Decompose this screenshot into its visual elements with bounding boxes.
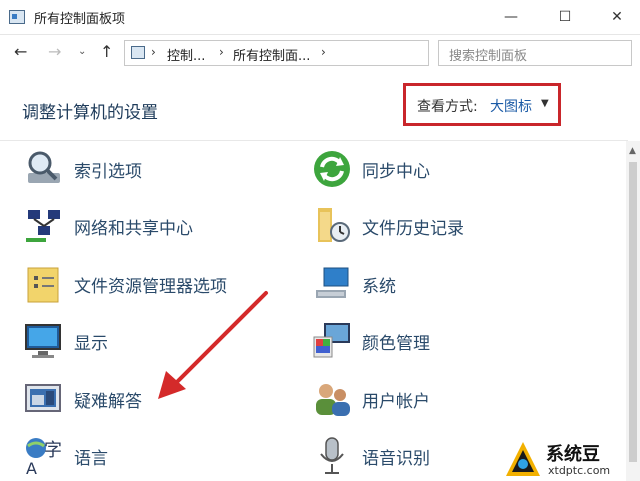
control-panel-icon bbox=[131, 46, 145, 59]
item-label: 同步中心 bbox=[362, 162, 430, 182]
magnifier-icon bbox=[28, 151, 60, 183]
watermark-subtitle: xtdptc.com bbox=[548, 464, 611, 477]
network-icon bbox=[26, 210, 60, 242]
item-label: 显示 bbox=[74, 334, 108, 354]
annotation-arrow-icon bbox=[158, 291, 268, 399]
item-file-history[interactable]: 文件历史记录 bbox=[310, 204, 580, 248]
color-management-icon bbox=[313, 323, 350, 358]
item-label: 用户帐户 bbox=[362, 392, 430, 412]
svg-text:A: A bbox=[26, 459, 37, 478]
breadcrumb-all-items[interactable]: 所有控制面... bbox=[233, 45, 310, 64]
recent-locations-button[interactable]: ⌄ bbox=[78, 46, 86, 57]
item-system[interactable]: 系统 bbox=[310, 262, 580, 306]
item-label: 网络和共享中心 bbox=[74, 219, 193, 239]
item-label: 颜色管理 bbox=[362, 334, 430, 354]
sync-icon bbox=[314, 151, 350, 187]
back-button[interactable]: ← bbox=[14, 42, 27, 61]
view-by-highlight: 查看方式: 大图标 ▼ bbox=[403, 83, 561, 126]
view-by-dropdown[interactable]: 大图标 bbox=[490, 96, 532, 116]
search-input[interactable]: 搜索控制面板 bbox=[438, 40, 632, 66]
item-network-sharing[interactable]: 网络和共享中心 bbox=[22, 204, 292, 248]
svg-text:字: 字 bbox=[44, 440, 62, 461]
item-indexing-options[interactable]: 索引选项 bbox=[22, 147, 292, 191]
watermark: 系统豆 xtdptc.com bbox=[500, 438, 640, 481]
folder-options-icon bbox=[27, 267, 59, 303]
item-color-management[interactable]: 颜色管理 bbox=[310, 319, 580, 363]
item-label: 文件历史记录 bbox=[362, 219, 464, 239]
item-label: 语言 bbox=[74, 449, 108, 469]
scrollbar-thumb[interactable] bbox=[629, 162, 637, 462]
forward-button[interactable]: → bbox=[48, 42, 61, 61]
watermark-title: 系统豆 bbox=[546, 444, 600, 465]
users-icon bbox=[316, 384, 350, 416]
item-label: 疑难解答 bbox=[74, 392, 142, 412]
page-title: 调整计算机的设置 bbox=[22, 103, 158, 123]
chevron-right-icon[interactable]: › bbox=[219, 45, 224, 59]
item-label: 索引选项 bbox=[74, 162, 142, 182]
search-placeholder: 搜索控制面板 bbox=[449, 49, 528, 64]
microphone-icon bbox=[320, 437, 344, 474]
scroll-up-icon[interactable]: ▲ bbox=[629, 146, 636, 156]
item-sync-center[interactable]: 同步中心 bbox=[310, 147, 580, 191]
language-icon: 字 A bbox=[26, 438, 62, 478]
item-language[interactable]: 字 A 语言 bbox=[22, 434, 292, 478]
title-bar: 所有控制面板项 — ☐ ✕ bbox=[0, 0, 640, 35]
system-icon bbox=[316, 267, 349, 298]
chevron-right-icon[interactable]: › bbox=[321, 45, 326, 59]
watermark-logo-icon bbox=[506, 442, 540, 476]
minimize-button[interactable]: — bbox=[488, 0, 534, 34]
maximize-button[interactable]: ☐ bbox=[542, 0, 588, 34]
file-history-icon bbox=[318, 208, 350, 242]
close-button[interactable]: ✕ bbox=[594, 0, 640, 34]
item-user-accounts[interactable]: 用户帐户 bbox=[310, 377, 580, 421]
control-panel-icon bbox=[9, 10, 25, 24]
navigation-bar: ← → ⌄ ↑ › 控制... › 所有控制面... › ⌄ ↻ 搜索控制面板 bbox=[0, 34, 640, 74]
monitor-icon bbox=[25, 324, 61, 358]
chevron-right-icon[interactable]: › bbox=[151, 45, 156, 59]
caret-down-icon[interactable]: ▼ bbox=[541, 98, 549, 109]
address-bar[interactable]: › 控制... › 所有控制面... › ⌄ ↻ bbox=[124, 40, 543, 66]
item-label: 语音识别 bbox=[362, 449, 430, 469]
up-button[interactable]: ↑ bbox=[100, 42, 113, 61]
item-label: 系统 bbox=[362, 277, 396, 297]
view-by-label: 查看方式: bbox=[417, 99, 478, 115]
divider bbox=[0, 140, 628, 141]
breadcrumb-control-panel[interactable]: 控制... bbox=[167, 45, 205, 64]
window-title: 所有控制面板项 bbox=[34, 12, 126, 27]
troubleshoot-icon bbox=[25, 384, 61, 412]
